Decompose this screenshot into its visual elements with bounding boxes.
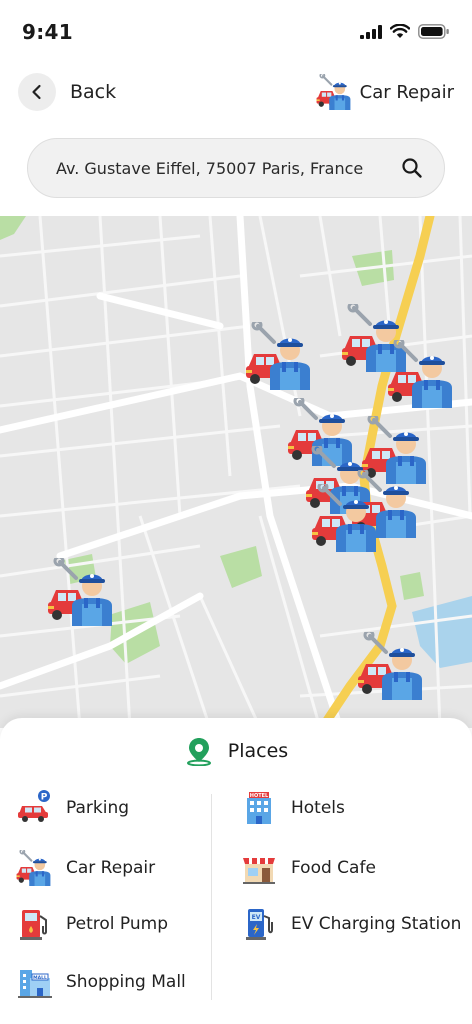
- place-label: Food Cafe: [291, 858, 376, 878]
- place-label: Hotels: [291, 798, 345, 818]
- place-shopping-mall[interactable]: MALL Shopping Mall: [16, 962, 186, 1002]
- back-chevron-icon[interactable]: [18, 73, 56, 111]
- place-petrol-pump[interactable]: Petrol Pump: [16, 904, 168, 944]
- svg-text:P: P: [41, 793, 48, 803]
- car-repair-marker[interactable]: [312, 484, 378, 552]
- back-button[interactable]: Back: [18, 70, 116, 114]
- place-ev-charging[interactable]: EV EV Charging Station: [241, 904, 461, 944]
- car-repair-marker[interactable]: [358, 632, 424, 700]
- place-food-cafe[interactable]: Food Cafe: [241, 848, 376, 888]
- place-parking[interactable]: P Parking: [16, 788, 129, 828]
- place-label: Car Repair: [66, 858, 156, 878]
- car-repair-marker[interactable]: [388, 340, 454, 408]
- status-bar: 9:41: [0, 0, 472, 62]
- svg-text:MALL: MALL: [33, 975, 47, 981]
- location-pin-icon: [186, 738, 211, 766]
- status-time: 9:41: [22, 20, 73, 44]
- column-divider: [211, 794, 212, 1000]
- svg-text:EV: EV: [252, 914, 261, 921]
- ev-charger-icon: EV: [241, 906, 277, 942]
- wifi-icon: [390, 24, 410, 38]
- place-label: Petrol Pump: [66, 914, 168, 934]
- category-label: Car Repair: [359, 81, 454, 103]
- mechanic-icon: [315, 74, 352, 110]
- svg-text:HOTEL: HOTEL: [250, 793, 269, 799]
- search-icon[interactable]: [400, 156, 424, 180]
- battery-icon: [418, 24, 449, 39]
- status-icons: [360, 24, 450, 39]
- mechanic-icon: [16, 850, 52, 886]
- places-title: Places: [227, 740, 289, 762]
- search-bar[interactable]: [27, 138, 445, 198]
- map-view[interactable]: [0, 216, 472, 728]
- place-label: Shopping Mall: [66, 972, 186, 992]
- places-sheet: Places P Parking Car Repair Petrol Pump …: [0, 718, 472, 1024]
- mall-icon: MALL: [16, 964, 52, 1000]
- fuel-pump-icon: [16, 906, 52, 942]
- car-repair-marker[interactable]: [48, 558, 114, 626]
- place-hotels[interactable]: HOTEL Hotels: [241, 788, 345, 828]
- parking-icon: P: [16, 790, 52, 826]
- hotel-icon: HOTEL: [241, 790, 277, 826]
- search-input[interactable]: [54, 157, 400, 179]
- back-label[interactable]: Back: [70, 81, 116, 103]
- cafe-icon: [241, 850, 277, 886]
- places-header: Places: [0, 736, 472, 766]
- category-header: Car Repair: [315, 70, 454, 114]
- signal-icon: [360, 24, 382, 39]
- car-repair-marker[interactable]: [246, 322, 312, 390]
- place-label: Parking: [66, 798, 130, 818]
- place-car-repair[interactable]: Car Repair: [16, 848, 155, 888]
- place-label: EV Charging Station: [291, 914, 462, 934]
